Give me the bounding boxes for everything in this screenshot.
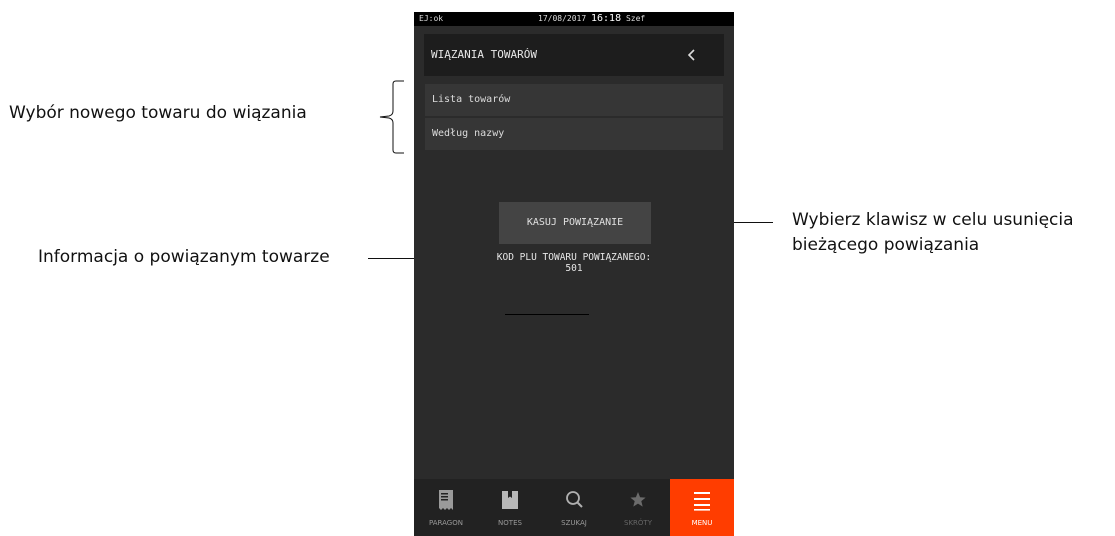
- ej-status: EJ:ok: [419, 14, 444, 23]
- star-icon: [630, 492, 646, 507]
- title-bar: WIĄZANIA TOWARÓW: [424, 34, 724, 76]
- menu-item-label: Według nazwy: [432, 128, 505, 139]
- menu-item-label: Lista towarów: [432, 94, 511, 105]
- tab-menu[interactable]: MENU: [670, 479, 734, 536]
- status-bar: EJ:ok 17/08/2017 16:18 Szef: [414, 12, 734, 26]
- page-title: WIĄZANIA TOWARÓW: [431, 48, 537, 61]
- device-screen: EJ:ok 17/08/2017 16:18 Szef WIĄZANIA TOW…: [414, 12, 734, 536]
- linked-plu-value: 501: [565, 263, 583, 274]
- tab-shortcuts[interactable]: SKRÓTY: [606, 479, 670, 536]
- tab-label: NOTES: [498, 519, 522, 527]
- tab-label: SZUKAJ: [561, 519, 587, 527]
- bracket-brace: [379, 80, 404, 154]
- status-date: 17/08/2017: [538, 14, 587, 23]
- tab-paragon[interactable]: PARAGON: [414, 479, 478, 536]
- annotation-new-item-selection: Wybór nowego towaru do wiązania: [9, 103, 307, 123]
- search-icon: [566, 491, 583, 508]
- tab-label: SKRÓTY: [624, 519, 652, 527]
- divider: [505, 314, 589, 315]
- tab-label: MENU: [691, 519, 713, 527]
- tab-label: PARAGON: [429, 519, 463, 527]
- annotation-delete-link-line1: Wybierz klawisz w celu usunięcia: [792, 210, 1074, 230]
- chevron-left-icon: [687, 49, 695, 61]
- status-datetime: 17/08/2017 16:18 Szef: [538, 12, 645, 26]
- menu-item-product-list[interactable]: Lista towarów: [425, 84, 723, 116]
- receipt-icon: [439, 490, 453, 510]
- bottom-nav: PARAGON NOTES SZUKAJ SKRÓTY MENU: [414, 479, 734, 536]
- menu-icon: [694, 492, 710, 511]
- status-user: Szef: [625, 14, 646, 23]
- delete-link-button[interactable]: KASUJ POWIĄZANIE: [499, 202, 651, 244]
- tab-search[interactable]: SZUKAJ: [542, 479, 606, 536]
- linked-plu-label: KOD PLU TOWARU POWIĄZANEGO:: [496, 252, 652, 263]
- status-time: 16:18: [591, 13, 622, 24]
- annotation-linked-item-info: Informacja o powiązanym towarze: [38, 247, 330, 267]
- tab-notes[interactable]: NOTES: [478, 479, 542, 536]
- menu-item-by-name[interactable]: Według nazwy: [425, 118, 723, 150]
- notebook-icon: [502, 491, 518, 509]
- back-button[interactable]: [682, 45, 702, 65]
- annotation-delete-link-line2: bieżącego powiązania: [792, 235, 980, 255]
